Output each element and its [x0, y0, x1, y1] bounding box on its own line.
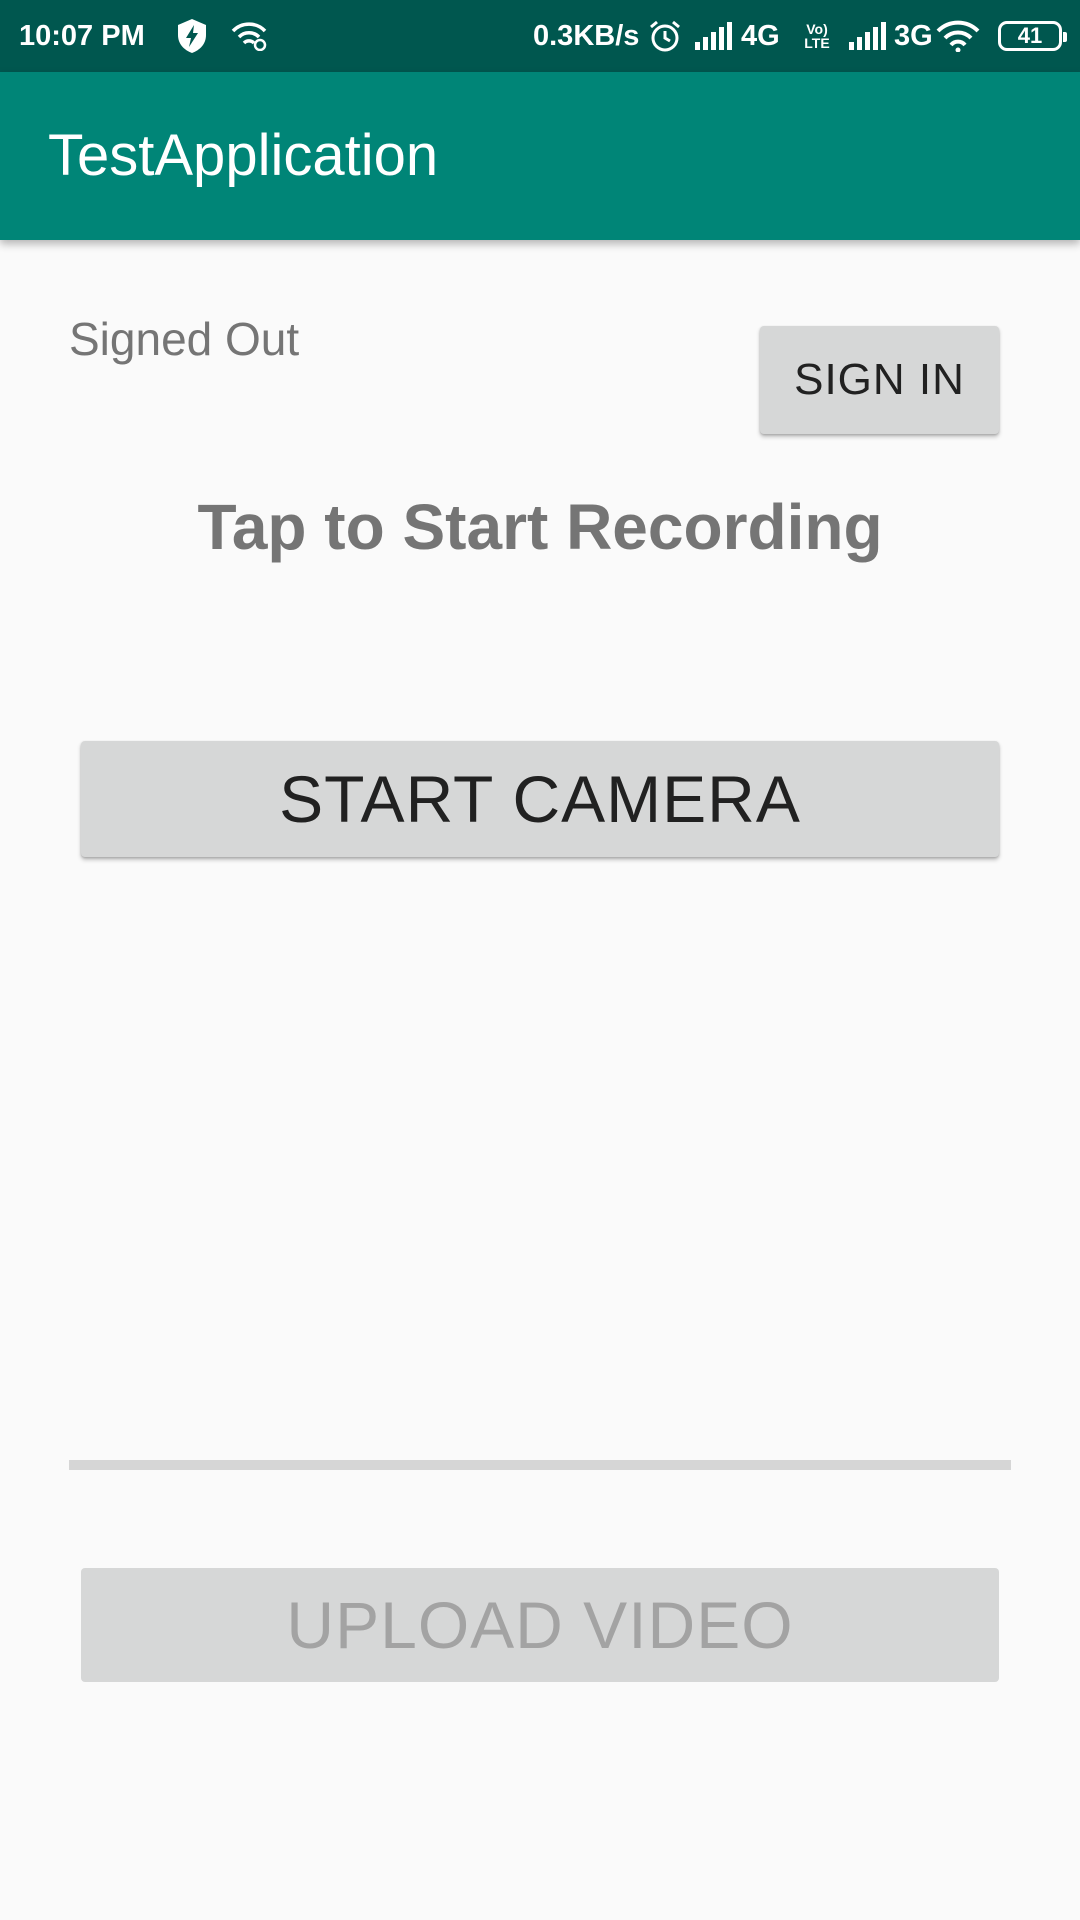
signal-icon [848, 0, 888, 72]
upload-video-button[interactable]: UPLOAD VIDEO [81, 1568, 999, 1682]
wifi-icon [936, 0, 980, 72]
start-camera-button[interactable]: START CAMERA [81, 741, 999, 857]
network-4g-label: 4G [741, 19, 780, 52]
signal-icon [694, 0, 734, 72]
volte-label: Vo) LTE [804, 21, 830, 51]
sign-in-button[interactable]: SIGN IN [760, 326, 999, 434]
upload-progress-bar [69, 1460, 1011, 1470]
network-3g-label: 3G [894, 19, 933, 52]
app-title: TestApplication [48, 123, 439, 188]
shield-bolt-icon [176, 0, 208, 72]
battery-icon: 41 [998, 0, 1067, 72]
status-time: 10:07 PM [19, 19, 145, 52]
battery-level: 41 [1017, 23, 1043, 48]
alarm-icon [648, 0, 682, 72]
recording-headline: Tap to Start Recording [197, 491, 883, 563]
app-bar: TestApplication [0, 72, 1080, 240]
status-bar: 10:07 PM 0.3KB/s 4G Vo) LTE 3G 41 [0, 0, 1080, 72]
auth-status-label: Signed Out [69, 313, 300, 365]
wifi-share-icon [230, 0, 268, 72]
network-speed: 0.3KB/s [533, 19, 640, 52]
